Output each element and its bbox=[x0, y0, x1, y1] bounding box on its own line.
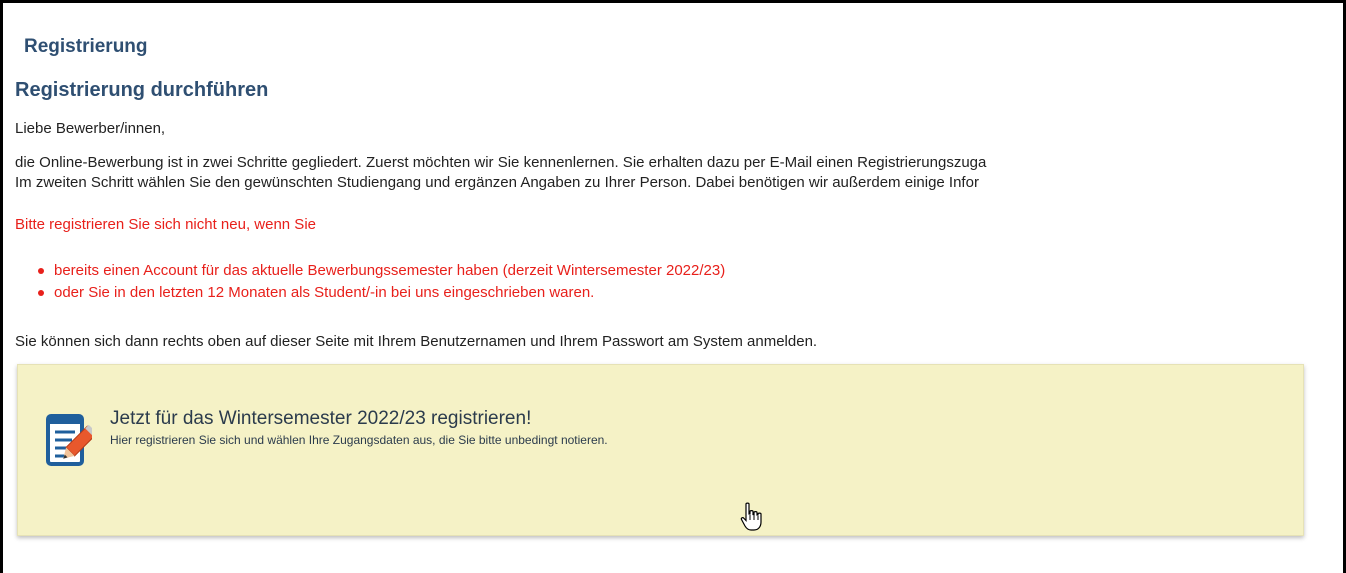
register-form-pencil-icon bbox=[46, 414, 92, 466]
intro-paragraph-line-1: die Online-Bewerbung ist in zwei Schritt… bbox=[15, 154, 987, 171]
login-note: Sie können sich dann rechts oben auf die… bbox=[15, 333, 818, 350]
main-content: Registrierung Registrierung durchführen … bbox=[12, 3, 1337, 573]
register-box-button[interactable]: Jetzt für das Wintersemester 2022/23 reg… bbox=[17, 364, 1304, 536]
warning-list: bereits einen Account für das aktuelle B… bbox=[36, 260, 725, 304]
hand-pointer-icon bbox=[740, 502, 762, 531]
page-heading: Registrierung durchführen bbox=[15, 79, 269, 101]
register-description: Hier registrieren Sie sich und wählen Ih… bbox=[110, 433, 608, 447]
warning-item-enrolled: oder Sie in den letzten 12 Monaten als S… bbox=[36, 282, 725, 304]
greeting-text: Liebe Bewerber/innen, bbox=[15, 120, 166, 137]
section-title: Registrierung bbox=[24, 36, 148, 57]
warning-item-account: bereits einen Account für das aktuelle B… bbox=[36, 260, 725, 282]
register-title: Jetzt für das Wintersemester 2022/23 reg… bbox=[110, 408, 532, 429]
page-frame: Registrierung Registrierung durchführen … bbox=[0, 0, 1346, 573]
intro-paragraph-line-2: Im zweiten Schritt wählen Sie den gewüns… bbox=[15, 174, 979, 191]
warning-lead: Bitte registrieren Sie sich nicht neu, w… bbox=[15, 216, 316, 233]
